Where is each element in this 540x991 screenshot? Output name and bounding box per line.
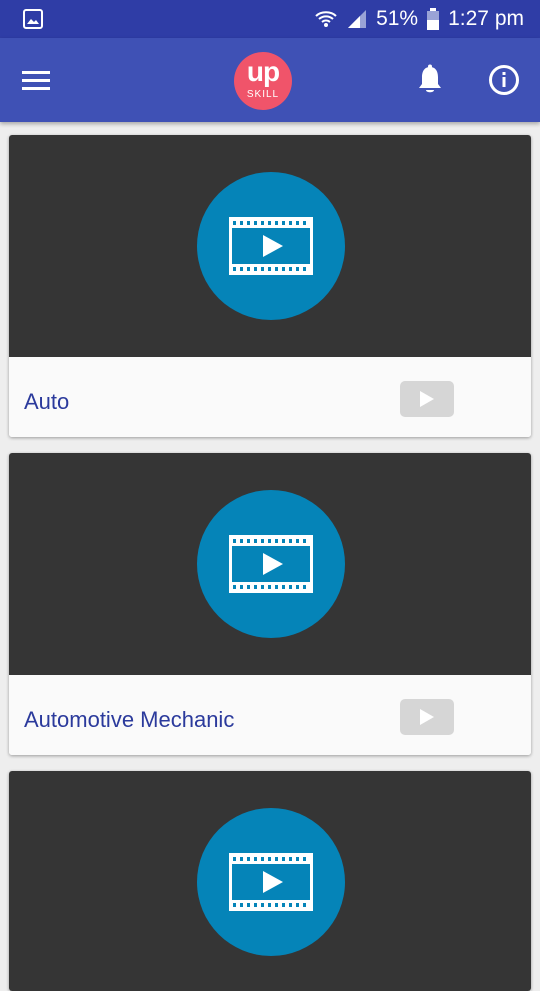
battery-icon [427, 8, 440, 30]
play-icon [420, 709, 434, 725]
wifi-icon [315, 11, 337, 27]
info-button[interactable] [482, 58, 526, 102]
video-thumbnail[interactable] [9, 135, 531, 357]
video-circle [197, 490, 345, 638]
info-icon [489, 65, 519, 95]
video-circle [197, 172, 345, 320]
logo-subtext: SKILL [246, 89, 280, 100]
video-title: Auto [24, 389, 70, 414]
logo-text: up [246, 56, 280, 87]
menu-button[interactable] [14, 58, 58, 102]
notifications-button[interactable] [408, 58, 452, 102]
video-file-icon [229, 535, 313, 593]
app-bar: up SKILL [0, 38, 540, 122]
status-bar: 51% 1:27 pm [0, 0, 540, 38]
video-thumbnail[interactable] [9, 453, 531, 675]
play-button[interactable] [400, 699, 454, 735]
card-footer: Auto [9, 357, 531, 437]
video-card[interactable]: Auto [9, 135, 531, 437]
video-title: Automotive Mechanic [24, 707, 235, 732]
video-file-icon [229, 853, 313, 911]
gallery-icon [23, 9, 43, 29]
video-circle [197, 808, 345, 956]
video-card[interactable]: Automotive Mechanic [9, 453, 531, 755]
status-indicators: 51% 1:27 pm [314, 0, 524, 38]
video-file-icon [229, 217, 313, 275]
upskill-logo: up SKILL [234, 52, 292, 110]
signal-icon [348, 10, 367, 28]
video-card[interactable] [9, 771, 531, 991]
clock: 1:27 pm [448, 7, 524, 30]
bell-icon [419, 64, 441, 93]
play-icon [420, 391, 434, 407]
menu-icon [22, 71, 50, 90]
play-button[interactable] [400, 381, 454, 417]
battery-percent: 51% [376, 7, 419, 30]
card-footer: Automotive Mechanic [9, 675, 531, 755]
video-thumbnail[interactable] [9, 771, 531, 991]
